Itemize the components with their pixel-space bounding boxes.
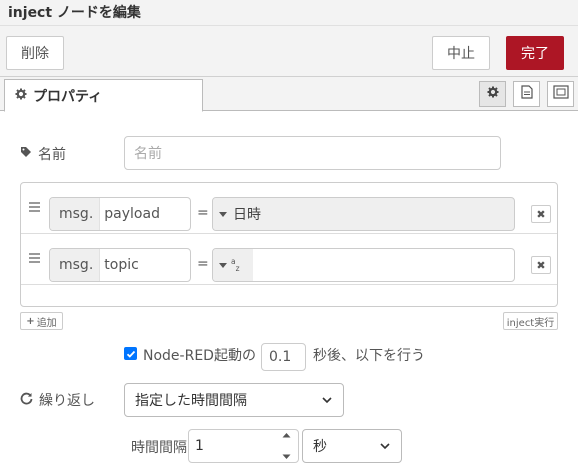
dialog-toolbar: 削除 中止 完了 xyxy=(0,26,578,77)
property-name-input[interactable]: msg. topic xyxy=(49,248,191,282)
settings-tab-button[interactable] xyxy=(479,81,506,107)
refresh-icon xyxy=(20,392,33,409)
cancel-button[interactable]: 中止 xyxy=(432,36,490,70)
drag-handle-icon[interactable] xyxy=(29,202,40,214)
once-checkbox[interactable] xyxy=(124,347,137,360)
property-list: msg. payload = 日時 ✖ msg. topic = az ✖ xyxy=(20,182,558,307)
name-placeholder: 名前 xyxy=(134,146,162,162)
repeat-select[interactable]: 指定した時間間隔 xyxy=(124,383,344,417)
property-value-input[interactable]: az xyxy=(212,248,515,282)
interval-input[interactable]: 1 xyxy=(188,429,299,463)
layout-icon xyxy=(552,85,569,103)
tab-label: プロパティ xyxy=(33,88,103,105)
plus-icon: + xyxy=(26,315,35,327)
property-value: 日時 xyxy=(233,207,261,223)
remove-row-button[interactable]: ✖ xyxy=(531,256,551,274)
interval-label: 時間間隔 xyxy=(131,440,187,456)
value-type-dropdown[interactable]: az xyxy=(213,249,253,281)
done-button[interactable]: 完了 xyxy=(506,36,564,70)
repeat-label: 繰り返し xyxy=(20,390,95,410)
once-label: Node-RED起動の xyxy=(143,348,256,364)
tag-icon xyxy=(20,146,32,162)
document-icon xyxy=(520,85,533,103)
interval-stepper[interactable] xyxy=(277,432,295,460)
once-delay-input[interactable]: 0.1 xyxy=(261,343,306,371)
equals-sign: = xyxy=(197,256,209,272)
name-input[interactable]: 名前 xyxy=(124,136,501,170)
tabs-bar: プロパティ xyxy=(0,77,578,112)
tab-properties[interactable]: プロパティ xyxy=(4,79,203,112)
msg-prefix: msg. xyxy=(50,198,101,230)
drag-handle-icon[interactable] xyxy=(29,253,40,265)
property-row: msg. payload = 日時 ✖ xyxy=(21,183,557,234)
caret-down-icon xyxy=(219,211,227,217)
property-value-select[interactable]: 日時 xyxy=(212,197,515,231)
property-key: topic xyxy=(104,257,139,273)
name-label: 名前 xyxy=(20,144,66,164)
dialog-title: inject ノードを編集 xyxy=(0,0,578,26)
property-key: payload xyxy=(104,206,160,222)
msg-prefix: msg. xyxy=(50,249,101,281)
description-tab-button[interactable] xyxy=(513,81,540,107)
gear-icon xyxy=(15,88,27,104)
chevron-down-icon xyxy=(379,440,391,456)
property-name-input[interactable]: msg. payload xyxy=(49,197,191,231)
once-suffix: 秒後、以下を行う xyxy=(313,348,425,364)
value-type-dropdown[interactable] xyxy=(213,198,233,230)
check-icon xyxy=(126,350,135,358)
interval-unit-select[interactable]: 秒 xyxy=(302,429,402,463)
arrow-down-icon[interactable] xyxy=(282,454,291,460)
arrow-up-icon[interactable] xyxy=(282,432,291,438)
caret-down-icon xyxy=(219,262,227,268)
appearance-tab-button[interactable] xyxy=(547,81,574,107)
gear-icon xyxy=(487,86,499,102)
inject-now-button[interactable]: inject実行 xyxy=(503,312,558,330)
add-button[interactable]: + 追加 xyxy=(20,312,63,330)
string-az-icon: az xyxy=(231,257,240,273)
property-row: msg. topic = az ✖ xyxy=(21,234,557,285)
delete-button[interactable]: 削除 xyxy=(6,36,64,70)
equals-sign: = xyxy=(197,205,209,221)
remove-row-button[interactable]: ✖ xyxy=(531,205,551,223)
chevron-down-icon xyxy=(321,394,333,410)
